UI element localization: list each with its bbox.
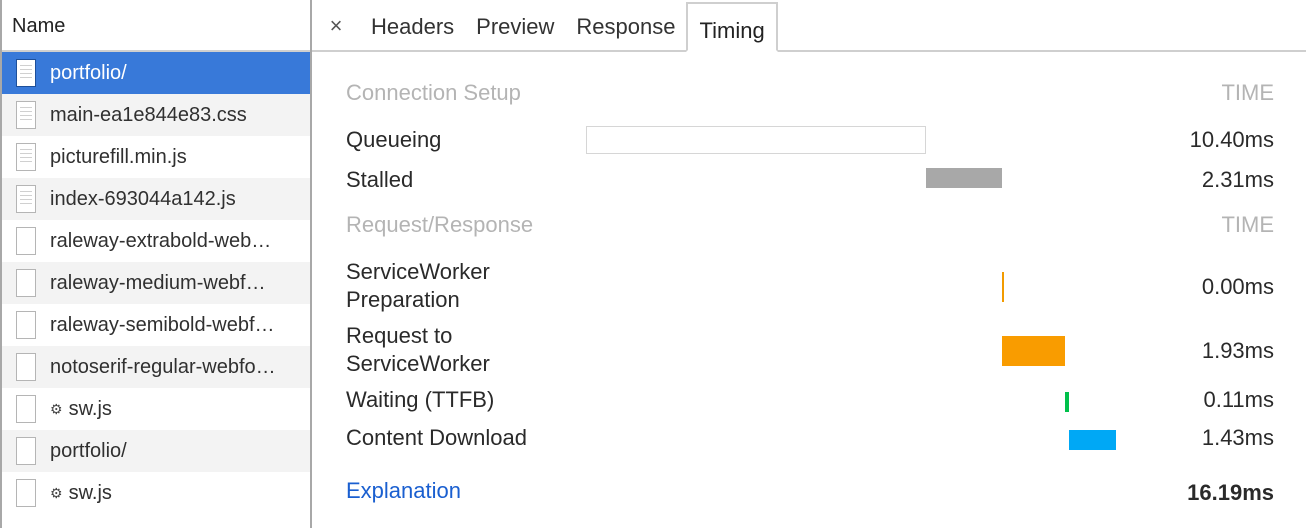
timing-bar	[1002, 336, 1066, 366]
document-icon	[16, 143, 36, 171]
request-name: main-ea1e844e83.css	[50, 103, 247, 126]
blank-file-icon	[16, 269, 36, 297]
timing-row: ServiceWorker Preparation 0.00ms	[346, 258, 1274, 316]
timing-value: 0.11ms	[1203, 387, 1274, 412]
explanation-link[interactable]: Explanation	[346, 478, 461, 504]
request-row[interactable]: raleway-extrabold-web…	[2, 220, 310, 262]
section-title: Connection Setup	[346, 80, 521, 105]
total-time: 16.19ms	[1187, 480, 1274, 505]
request-name: portfolio/	[50, 61, 127, 84]
blank-file-icon	[16, 227, 36, 255]
request-response-header: Request/Response TIME	[346, 212, 1274, 238]
request-row[interactable]: ⚙ sw.js	[2, 388, 310, 430]
timing-label: ServiceWorker Preparation	[346, 259, 490, 312]
timing-label: Stalled	[346, 167, 414, 192]
timing-row: Request to ServiceWorker 1.93ms	[346, 322, 1274, 380]
timing-row: Queueing 10.40ms	[346, 126, 1274, 154]
request-name: picturefill.min.js	[50, 145, 187, 168]
details-panel: × Headers Preview Response Timing Connec…	[312, 0, 1306, 528]
blank-file-icon	[16, 311, 36, 339]
name-column-header[interactable]: Name	[2, 0, 310, 52]
timing-value: 1.93ms	[1201, 338, 1274, 363]
tab-preview[interactable]: Preview	[465, 0, 565, 50]
timing-view: Connection Setup TIME Request/Response T…	[346, 52, 1274, 528]
request-name: sw.js	[68, 481, 112, 504]
request-name: raleway-medium-webf…	[50, 271, 266, 294]
timing-bar	[1002, 272, 1005, 302]
gear-icon: ⚙	[50, 484, 63, 501]
timing-row: Waiting (TTFB) 0.11ms	[346, 386, 1274, 414]
request-name: index-693044a142.js	[50, 187, 236, 210]
request-name: raleway-semibold-webf…	[50, 313, 275, 336]
blank-file-icon	[16, 437, 36, 465]
request-name: portfolio/	[50, 439, 127, 462]
timing-value: 0.00ms	[1201, 274, 1274, 299]
tab-response[interactable]: Response	[565, 0, 686, 50]
request-row[interactable]: index-693044a142.js	[2, 178, 310, 220]
document-icon	[16, 101, 36, 129]
timing-row: Content Download 1.43ms	[346, 424, 1274, 452]
connection-setup-header: Connection Setup TIME	[346, 80, 1274, 106]
timing-label: Queueing	[346, 127, 442, 152]
timing-label: Content Download	[346, 425, 528, 450]
request-row[interactable]: picturefill.min.js	[2, 136, 310, 178]
request-row[interactable]: portfolio/	[2, 430, 310, 472]
request-row[interactable]: raleway-medium-webf…	[2, 262, 310, 304]
time-column-label: TIME	[1221, 80, 1274, 105]
tab-timing[interactable]: Timing	[686, 2, 778, 52]
request-row[interactable]: ⚙ sw.js	[2, 472, 310, 514]
request-name: sw.js	[68, 397, 112, 420]
document-icon	[16, 185, 36, 213]
request-row[interactable]: portfolio/	[2, 52, 310, 94]
request-list: portfolio/main-ea1e844e83.css picturefill…	[2, 52, 310, 514]
time-column-label: TIME	[1221, 212, 1274, 237]
blank-file-icon	[16, 353, 36, 381]
timing-bar	[1065, 392, 1069, 412]
timing-bar	[586, 126, 927, 154]
request-name: raleway-extrabold-web…	[50, 229, 272, 252]
request-row[interactable]: notoserif-regular-webfo…	[2, 346, 310, 388]
timing-bar	[926, 168, 1003, 188]
request-name: notoserif-regular-webfo…	[50, 355, 276, 378]
request-list-panel: Name portfolio/main-ea1e844e83.css pictur…	[0, 0, 312, 528]
timing-value: 1.43ms	[1201, 425, 1274, 450]
request-row[interactable]: raleway-semibold-webf…	[2, 304, 310, 346]
timing-label: Waiting (TTFB)	[346, 387, 495, 412]
document-icon	[16, 59, 36, 87]
timing-row: Stalled 2.31ms	[346, 166, 1274, 192]
section-title: Request/Response	[346, 212, 534, 237]
request-row[interactable]: main-ea1e844e83.css	[2, 94, 310, 136]
gear-icon: ⚙	[50, 400, 63, 417]
details-tabs: × Headers Preview Response Timing	[312, 0, 1306, 52]
timing-value: 10.40ms	[1189, 127, 1274, 152]
close-icon[interactable]: ×	[312, 0, 360, 50]
timing-label: Request to ServiceWorker	[346, 323, 490, 376]
timing-bar	[1068, 430, 1116, 450]
tab-headers[interactable]: Headers	[360, 0, 465, 50]
blank-file-icon	[16, 395, 36, 423]
blank-file-icon	[16, 479, 36, 507]
timing-value: 2.31ms	[1201, 167, 1274, 192]
